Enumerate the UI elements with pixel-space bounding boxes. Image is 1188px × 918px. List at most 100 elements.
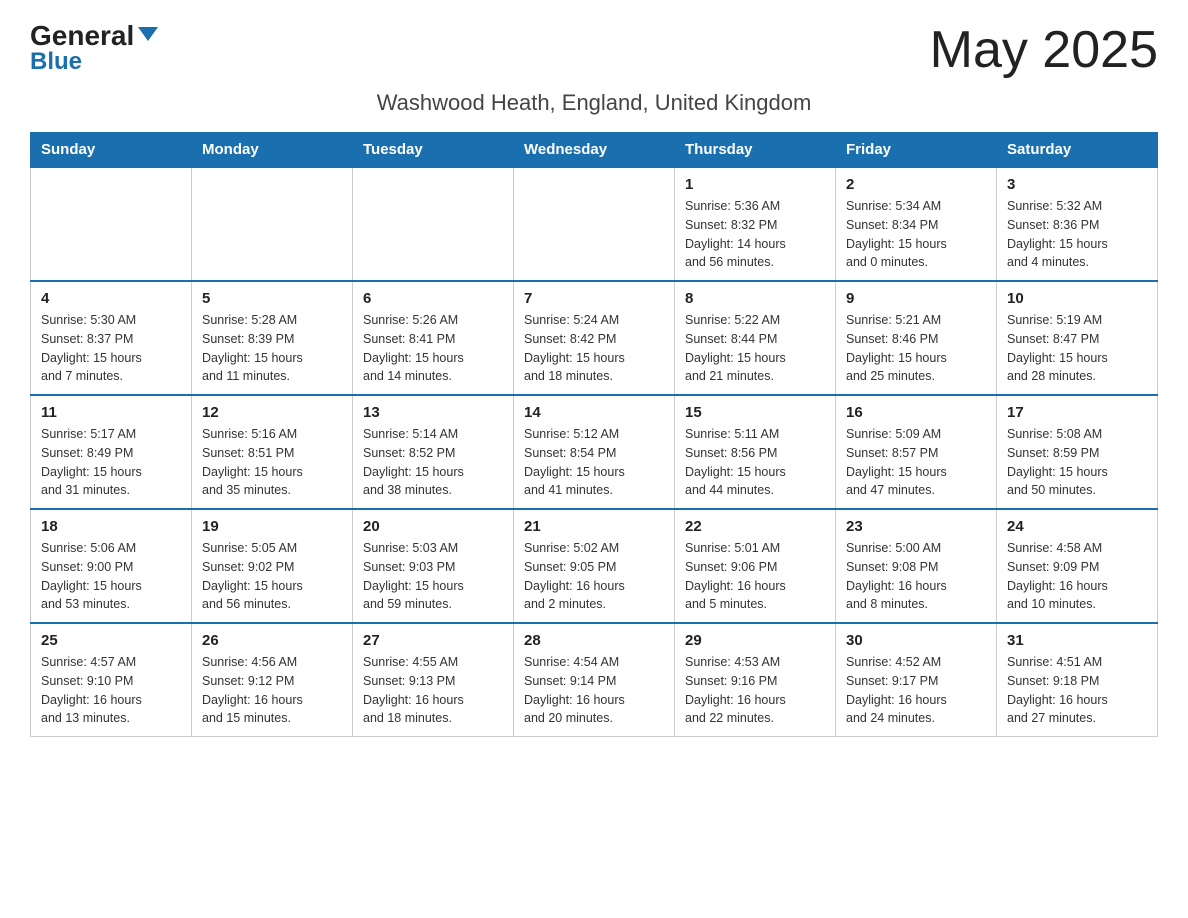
- col-sunday: Sunday: [31, 133, 192, 168]
- day-info: Sunrise: 4:55 AMSunset: 9:13 PMDaylight:…: [363, 653, 503, 728]
- day-number: 30: [846, 632, 986, 649]
- calendar-week-row: 25 Sunrise: 4:57 AMSunset: 9:10 PMDayligh…: [31, 623, 1158, 737]
- table-row: 30 Sunrise: 4:52 AMSunset: 9:17 PMDayligh…: [836, 623, 997, 737]
- day-number: 29: [685, 632, 825, 649]
- day-info: Sunrise: 5:14 AMSunset: 8:52 PMDaylight:…: [363, 425, 503, 500]
- day-info: Sunrise: 5:12 AMSunset: 8:54 PMDaylight:…: [524, 425, 664, 500]
- day-number: 18: [41, 518, 181, 535]
- day-info: Sunrise: 5:36 AMSunset: 8:32 PMDaylight:…: [685, 197, 825, 272]
- table-row: 10Sunrise: 5:19 AMSunset: 8:47 PMDayligh…: [997, 281, 1158, 395]
- day-info: Sunrise: 4:57 AMSunset: 9:10 PMDaylight:…: [41, 653, 181, 728]
- day-number: 4: [41, 290, 181, 307]
- table-row: 12 Sunrise: 5:16 AMSunset: 8:51 PMDayligh…: [192, 395, 353, 509]
- logo-blue-text: Blue: [30, 48, 82, 76]
- logo-general-text: General: [30, 20, 158, 51]
- table-row: 15Sunrise: 5:11 AMSunset: 8:56 PMDayligh…: [675, 395, 836, 509]
- day-info: Sunrise: 4:56 AMSunset: 9:12 PMDaylight:…: [202, 653, 342, 728]
- day-info: Sunrise: 4:52 AMSunset: 9:17 PMDaylight:…: [846, 653, 986, 728]
- day-number: 20: [363, 518, 503, 535]
- calendar-week-row: 4 Sunrise: 5:30 AMSunset: 8:37 PMDaylight…: [31, 281, 1158, 395]
- table-row: [353, 167, 514, 281]
- day-info: Sunrise: 5:16 AMSunset: 8:51 PMDaylight:…: [202, 425, 342, 500]
- day-info: Sunrise: 4:51 AMSunset: 9:18 PMDaylight:…: [1007, 653, 1147, 728]
- day-info: Sunrise: 5:05 AMSunset: 9:02 PMDaylight:…: [202, 539, 342, 614]
- day-info: Sunrise: 5:30 AMSunset: 8:37 PMDaylight:…: [41, 311, 181, 386]
- table-row: 13 Sunrise: 5:14 AMSunset: 8:52 PMDayligh…: [353, 395, 514, 509]
- table-row: 31 Sunrise: 4:51 AMSunset: 9:18 PMDayligh…: [997, 623, 1158, 737]
- table-row: 23 Sunrise: 5:00 AMSunset: 9:08 PMDayligh…: [836, 509, 997, 623]
- day-number: 12: [202, 404, 342, 421]
- table-row: 21Sunrise: 5:02 AMSunset: 9:05 PMDayligh…: [514, 509, 675, 623]
- day-number: 31: [1007, 632, 1147, 649]
- day-info: Sunrise: 5:24 AMSunset: 8:42 PMDaylight:…: [524, 311, 664, 386]
- table-row: 16Sunrise: 5:09 AMSunset: 8:57 PMDayligh…: [836, 395, 997, 509]
- col-tuesday: Tuesday: [353, 133, 514, 168]
- col-saturday: Saturday: [997, 133, 1158, 168]
- day-number: 7: [524, 290, 664, 307]
- table-row: 3Sunrise: 5:32 AMSunset: 8:36 PMDaylight…: [997, 167, 1158, 281]
- table-row: 27 Sunrise: 4:55 AMSunset: 9:13 PMDayligh…: [353, 623, 514, 737]
- day-number: 1: [685, 176, 825, 193]
- day-info: Sunrise: 5:26 AMSunset: 8:41 PMDaylight:…: [363, 311, 503, 386]
- day-number: 6: [363, 290, 503, 307]
- day-number: 27: [363, 632, 503, 649]
- calendar-week-row: 18Sunrise: 5:06 AMSunset: 9:00 PMDayligh…: [31, 509, 1158, 623]
- day-number: 14: [524, 404, 664, 421]
- day-info: Sunrise: 5:00 AMSunset: 9:08 PMDaylight:…: [846, 539, 986, 614]
- table-row: 28 Sunrise: 4:54 AMSunset: 9:14 PMDayligh…: [514, 623, 675, 737]
- col-monday: Monday: [192, 133, 353, 168]
- day-info: Sunrise: 4:53 AMSunset: 9:16 PMDaylight:…: [685, 653, 825, 728]
- table-row: 14 Sunrise: 5:12 AMSunset: 8:54 PMDayligh…: [514, 395, 675, 509]
- table-row: 8Sunrise: 5:22 AMSunset: 8:44 PMDaylight…: [675, 281, 836, 395]
- table-row: 5 Sunrise: 5:28 AMSunset: 8:39 PMDaylight…: [192, 281, 353, 395]
- day-number: 11: [41, 404, 181, 421]
- table-row: 26Sunrise: 4:56 AMSunset: 9:12 PMDayligh…: [192, 623, 353, 737]
- table-row: 1 Sunrise: 5:36 AMSunset: 8:32 PMDaylight…: [675, 167, 836, 281]
- day-number: 23: [846, 518, 986, 535]
- table-row: 11 Sunrise: 5:17 AMSunset: 8:49 PMDayligh…: [31, 395, 192, 509]
- table-row: 20 Sunrise: 5:03 AMSunset: 9:03 PMDayligh…: [353, 509, 514, 623]
- day-info: Sunrise: 5:34 AMSunset: 8:34 PMDaylight:…: [846, 197, 986, 272]
- day-number: 16: [846, 404, 986, 421]
- table-row: 24 Sunrise: 4:58 AMSunset: 9:09 PMDayligh…: [997, 509, 1158, 623]
- day-number: 19: [202, 518, 342, 535]
- table-row: [31, 167, 192, 281]
- table-row: [192, 167, 353, 281]
- table-row: 7 Sunrise: 5:24 AMSunset: 8:42 PMDaylight…: [514, 281, 675, 395]
- table-row: 25 Sunrise: 4:57 AMSunset: 9:10 PMDayligh…: [31, 623, 192, 737]
- calendar-header-row: Sunday Monday Tuesday Wednesday Thursday…: [31, 133, 1158, 168]
- month-title: May 2025: [930, 20, 1158, 80]
- day-number: 13: [363, 404, 503, 421]
- logo: General Blue: [30, 20, 158, 76]
- day-number: 22: [685, 518, 825, 535]
- page-header: General Blue May 2025: [30, 20, 1158, 80]
- day-number: 2: [846, 176, 986, 193]
- table-row: 17 Sunrise: 5:08 AMSunset: 8:59 PMDayligh…: [997, 395, 1158, 509]
- day-info: Sunrise: 5:17 AMSunset: 8:49 PMDaylight:…: [41, 425, 181, 500]
- day-info: Sunrise: 5:19 AMSunset: 8:47 PMDaylight:…: [1007, 311, 1147, 386]
- table-row: 4 Sunrise: 5:30 AMSunset: 8:37 PMDaylight…: [31, 281, 192, 395]
- table-row: 6 Sunrise: 5:26 AMSunset: 8:41 PMDaylight…: [353, 281, 514, 395]
- day-info: Sunrise: 5:02 AMSunset: 9:05 PMDaylight:…: [524, 539, 664, 614]
- calendar-week-row: 1 Sunrise: 5:36 AMSunset: 8:32 PMDaylight…: [31, 167, 1158, 281]
- day-info: Sunrise: 4:54 AMSunset: 9:14 PMDaylight:…: [524, 653, 664, 728]
- day-number: 5: [202, 290, 342, 307]
- day-number: 24: [1007, 518, 1147, 535]
- calendar-table: Sunday Monday Tuesday Wednesday Thursday…: [30, 132, 1158, 737]
- day-number: 9: [846, 290, 986, 307]
- table-row: 18Sunrise: 5:06 AMSunset: 9:00 PMDayligh…: [31, 509, 192, 623]
- col-thursday: Thursday: [675, 133, 836, 168]
- day-number: 15: [685, 404, 825, 421]
- day-info: Sunrise: 5:08 AMSunset: 8:59 PMDaylight:…: [1007, 425, 1147, 500]
- day-info: Sunrise: 4:58 AMSunset: 9:09 PMDaylight:…: [1007, 539, 1147, 614]
- table-row: 29 Sunrise: 4:53 AMSunset: 9:16 PMDayligh…: [675, 623, 836, 737]
- day-number: 17: [1007, 404, 1147, 421]
- day-number: 3: [1007, 176, 1147, 193]
- day-info: Sunrise: 5:01 AMSunset: 9:06 PMDaylight:…: [685, 539, 825, 614]
- table-row: 9Sunrise: 5:21 AMSunset: 8:46 PMDaylight…: [836, 281, 997, 395]
- day-number: 25: [41, 632, 181, 649]
- day-number: 28: [524, 632, 664, 649]
- day-info: Sunrise: 5:03 AMSunset: 9:03 PMDaylight:…: [363, 539, 503, 614]
- day-info: Sunrise: 5:28 AMSunset: 8:39 PMDaylight:…: [202, 311, 342, 386]
- table-row: 19 Sunrise: 5:05 AMSunset: 9:02 PMDayligh…: [192, 509, 353, 623]
